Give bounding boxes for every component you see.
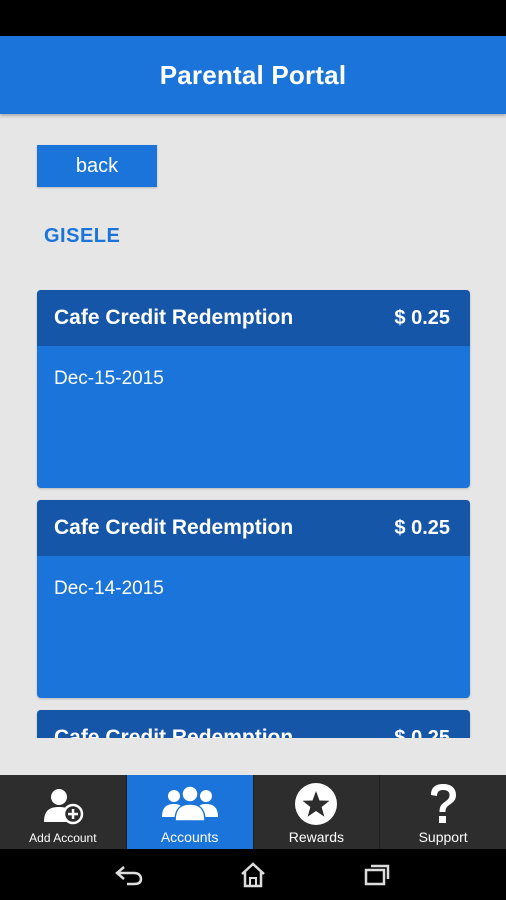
nav-label: Support <box>418 829 468 845</box>
app-bar: Parental Portal <box>0 36 506 114</box>
home-icon <box>241 861 265 887</box>
nav-support[interactable]: Support <box>380 775 506 849</box>
nav-label: Add Account <box>29 831 97 845</box>
transaction-date: Dec-15-2015 <box>54 368 164 389</box>
transaction-amount: $ 0.25 <box>394 516 450 539</box>
transaction-card-header: Cafe Credit Redemption $ 0.25 <box>37 710 470 738</box>
transaction-card[interactable]: Cafe Credit Redemption $ 0.25 <box>37 710 470 738</box>
add-account-icon <box>40 783 86 829</box>
star-icon <box>294 781 338 827</box>
nav-add-account[interactable]: Add Account <box>0 775 127 849</box>
transaction-title: Cafe Credit Redemption <box>54 306 294 329</box>
transaction-amount: $ 0.25 <box>394 306 450 329</box>
question-icon <box>425 781 461 827</box>
transaction-title: Cafe Credit Redemption <box>54 516 294 539</box>
accounts-icon <box>160 781 220 827</box>
transaction-card-header: Cafe Credit Redemption $ 0.25 <box>37 290 470 346</box>
system-navigation-bar <box>0 849 506 900</box>
back-arrow-icon <box>115 865 143 885</box>
transactions-content[interactable]: back GISELE Cafe Credit Redemption $ 0.2… <box>0 114 506 738</box>
transaction-title: Cafe Credit Redemption <box>54 726 294 738</box>
nav-rewards[interactable]: Rewards <box>254 775 381 849</box>
system-recents-button[interactable] <box>361 859 393 891</box>
status-bar <box>0 0 506 36</box>
bottom-navigation: Add Account Accounts Rewards Support <box>0 775 506 849</box>
transaction-card[interactable]: Cafe Credit Redemption $ 0.25 Dec-14-201… <box>37 500 470 698</box>
transaction-date: Dec-14-2015 <box>54 578 164 599</box>
system-home-button[interactable] <box>237 859 269 891</box>
transaction-card[interactable]: Cafe Credit Redemption $ 0.25 Dec-15-201… <box>37 290 470 488</box>
transaction-card-header: Cafe Credit Redemption $ 0.25 <box>37 500 470 556</box>
transaction-amount: $ 0.25 <box>394 726 450 739</box>
system-back-button[interactable] <box>113 859 145 891</box>
student-name: GISELE <box>44 225 121 247</box>
nav-label: Rewards <box>288 829 344 845</box>
back-button[interactable]: back <box>37 145 157 187</box>
app-title: Parental Portal <box>159 59 347 90</box>
nav-label: Accounts <box>160 829 219 845</box>
nav-accounts[interactable]: Accounts <box>126 775 254 849</box>
recent-apps-icon <box>364 864 390 885</box>
